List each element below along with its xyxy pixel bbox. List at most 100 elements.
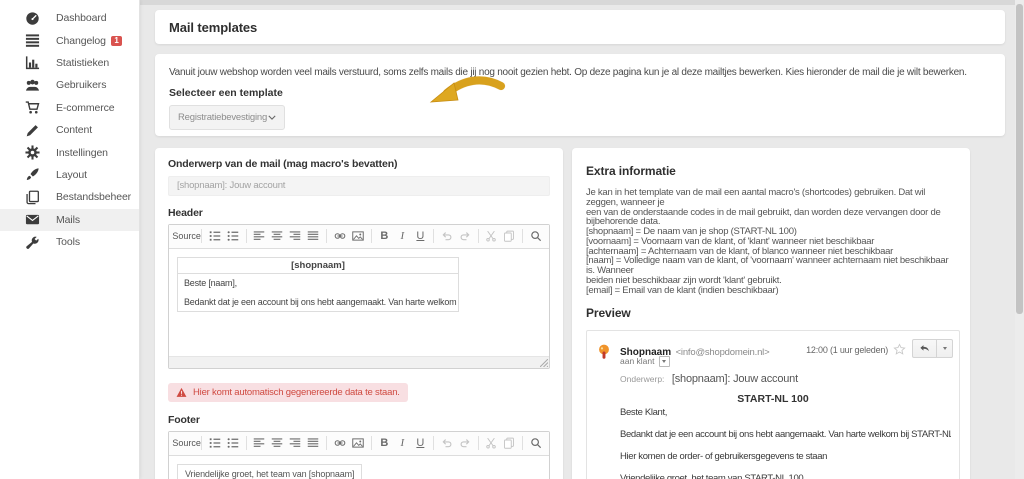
toolbar-align-center-button[interactable] [269,227,286,245]
recipient-line[interactable]: aan klant [620,355,670,367]
template-table-body: Beste [naam], Bedankt dat je een account… [184,277,458,307]
header-editor-toolbar: Source B I U [169,224,549,249]
message-meta: 12:00 (1 uur geleden) [806,338,953,358]
toolbar-align-right-button[interactable] [287,434,304,452]
sidebar-item-bestandsbeheer[interactable]: Bestandsbeheer [0,186,139,208]
scrollbar-thumb[interactable] [1016,4,1023,314]
gear-icon [25,145,40,160]
extra-info-card: Extra informatie Je kan in het template … [572,148,970,479]
subject-input[interactable] [168,175,550,196]
toolbar-bold-button[interactable]: B [376,434,393,452]
toolbar-underline-button[interactable]: U [412,227,429,245]
wrench-icon [25,235,40,250]
reply-button[interactable] [912,338,937,358]
toolbar-copy-button[interactable] [501,434,518,452]
toolbar-image-button[interactable] [349,434,366,452]
dashboard-icon [25,11,40,26]
warning-icon [176,387,187,397]
toolbar-align-center-button[interactable] [269,434,286,452]
toolbar-search-button[interactable] [527,434,544,452]
subject-line: Onderwerp: [shopnaam]: Jouw account [620,369,798,387]
page-scrollbar[interactable] [1015,0,1024,479]
shop-title: START-NL 100 [737,392,809,405]
header-editor-content[interactable]: [shopnaam] Beste [naam], Bedankt dat je … [169,248,549,356]
toolbar-align-left-button[interactable] [251,227,268,245]
envelope-icon [25,212,40,227]
subject-label: Onderwerp van de mail (mag macro's bevat… [168,158,398,170]
toolbar-separator [477,436,479,450]
star-icon[interactable] [893,343,906,356]
toolbar-separator [522,229,523,243]
sidebar-item-label: Tools [56,236,81,249]
reply-button-group [912,338,953,358]
intro-text: Vanuit jouw webshop worden veel mails ve… [169,67,967,78]
footer-editor-content[interactable]: Vriendelijke groet, het team van [shopna… [169,455,549,479]
toolbar-numbered-list-button[interactable] [206,434,223,452]
body-line: Bedankt dat je een account bij ons hebt … [620,428,951,440]
editor-status-bar [169,355,549,368]
sender-logo [599,344,609,359]
sidebar-item-gebruikers[interactable]: Gebruikers [0,74,139,96]
toolbar-numbered-list-button[interactable] [206,227,223,245]
more-actions-button[interactable] [937,338,953,358]
toolbar-redo-button[interactable] [456,434,473,452]
pencil-icon [25,123,40,138]
toolbar-bulleted-list-button[interactable] [224,227,241,245]
toolbar-underline-button[interactable]: U [412,434,429,452]
intro-card: Vanuit jouw webshop worden veel mails ve… [155,54,1005,136]
mail-editor-card: Onderwerp van de mail (mag macro's bevat… [155,148,563,479]
toolbar-bulleted-list-button[interactable] [224,434,241,452]
toolbar-cut-button[interactable] [483,227,500,245]
sidebar-item-label: Bestandsbeheer [56,191,132,204]
toolbar-italic-button[interactable]: I [394,434,411,452]
toolbar-align-left-button[interactable] [251,434,268,452]
toolbar-justify-button[interactable] [305,227,322,245]
toolbar-separator [477,229,479,243]
toolbar-separator [245,229,247,243]
toolbar-cut-button[interactable] [483,434,500,452]
toolbar-copy-button[interactable] [501,227,518,245]
sidebar-item-tools[interactable]: Tools [0,231,139,253]
toolbar-image-button[interactable] [349,227,366,245]
toolbar-align-right-button[interactable] [287,227,304,245]
body-line: Hier komen de order- of gebruikersgegeve… [620,450,828,462]
toolbar-link-button[interactable] [331,434,348,452]
toolbar-separator [201,229,202,243]
sidebar-item-changelog[interactable]: Changelog 1 [0,29,139,51]
toolbar-redo-button[interactable] [456,227,473,245]
resize-handle-icon[interactable] [540,358,548,367]
toolbar-undo-button[interactable] [438,227,455,245]
template-select[interactable]: Registratiebevestiging [169,105,285,130]
macro-explanation: Je kan in het template van de mail een a… [586,187,949,296]
cart-icon [25,100,40,115]
footer-editor-toolbar: Source B I U [169,431,549,456]
toolbar-search-button[interactable] [527,227,544,245]
source-button-label: Source [172,438,201,448]
footer-editor-label: Footer [168,413,200,426]
sidebar-item-ecommerce[interactable]: E-commerce [0,97,139,119]
toolbar-source-button[interactable]: Source [172,227,201,245]
sidebar-item-mails[interactable]: Mails [0,208,139,231]
sidebar-item-label: Changelog [56,34,106,47]
sidebar-item-label: Statistieken [56,56,110,69]
sidebar-item-content[interactable]: Content [0,119,139,141]
annotation-arrow [429,76,506,103]
toolbar-separator [370,229,372,243]
toolbar-source-button[interactable]: Source [172,434,201,452]
sidebar-item-label: Mails [56,213,81,226]
sidebar-item-label: Content [56,124,93,137]
toolbar-italic-button[interactable]: I [394,227,411,245]
caret-down-icon [942,346,947,350]
sidebar-item-dashboard[interactable]: Dashboard [0,7,139,29]
toolbar-link-button[interactable] [331,227,348,245]
toolbar-justify-button[interactable] [305,434,322,452]
sidebar-item-statistieken[interactable]: Statistieken [0,52,139,74]
sidebar-item-label: Instellingen [56,146,108,159]
toolbar-bold-button[interactable]: B [376,227,393,245]
toolbar-undo-button[interactable] [438,434,455,452]
details-dropdown-icon[interactable] [658,355,670,367]
sidebar-item-instellingen[interactable]: Instellingen [0,141,139,163]
subject-value: [shopnaam]: Jouw account [671,372,798,385]
sidebar-item-layout[interactable]: Layout [0,164,139,186]
changelog-icon [25,33,40,48]
